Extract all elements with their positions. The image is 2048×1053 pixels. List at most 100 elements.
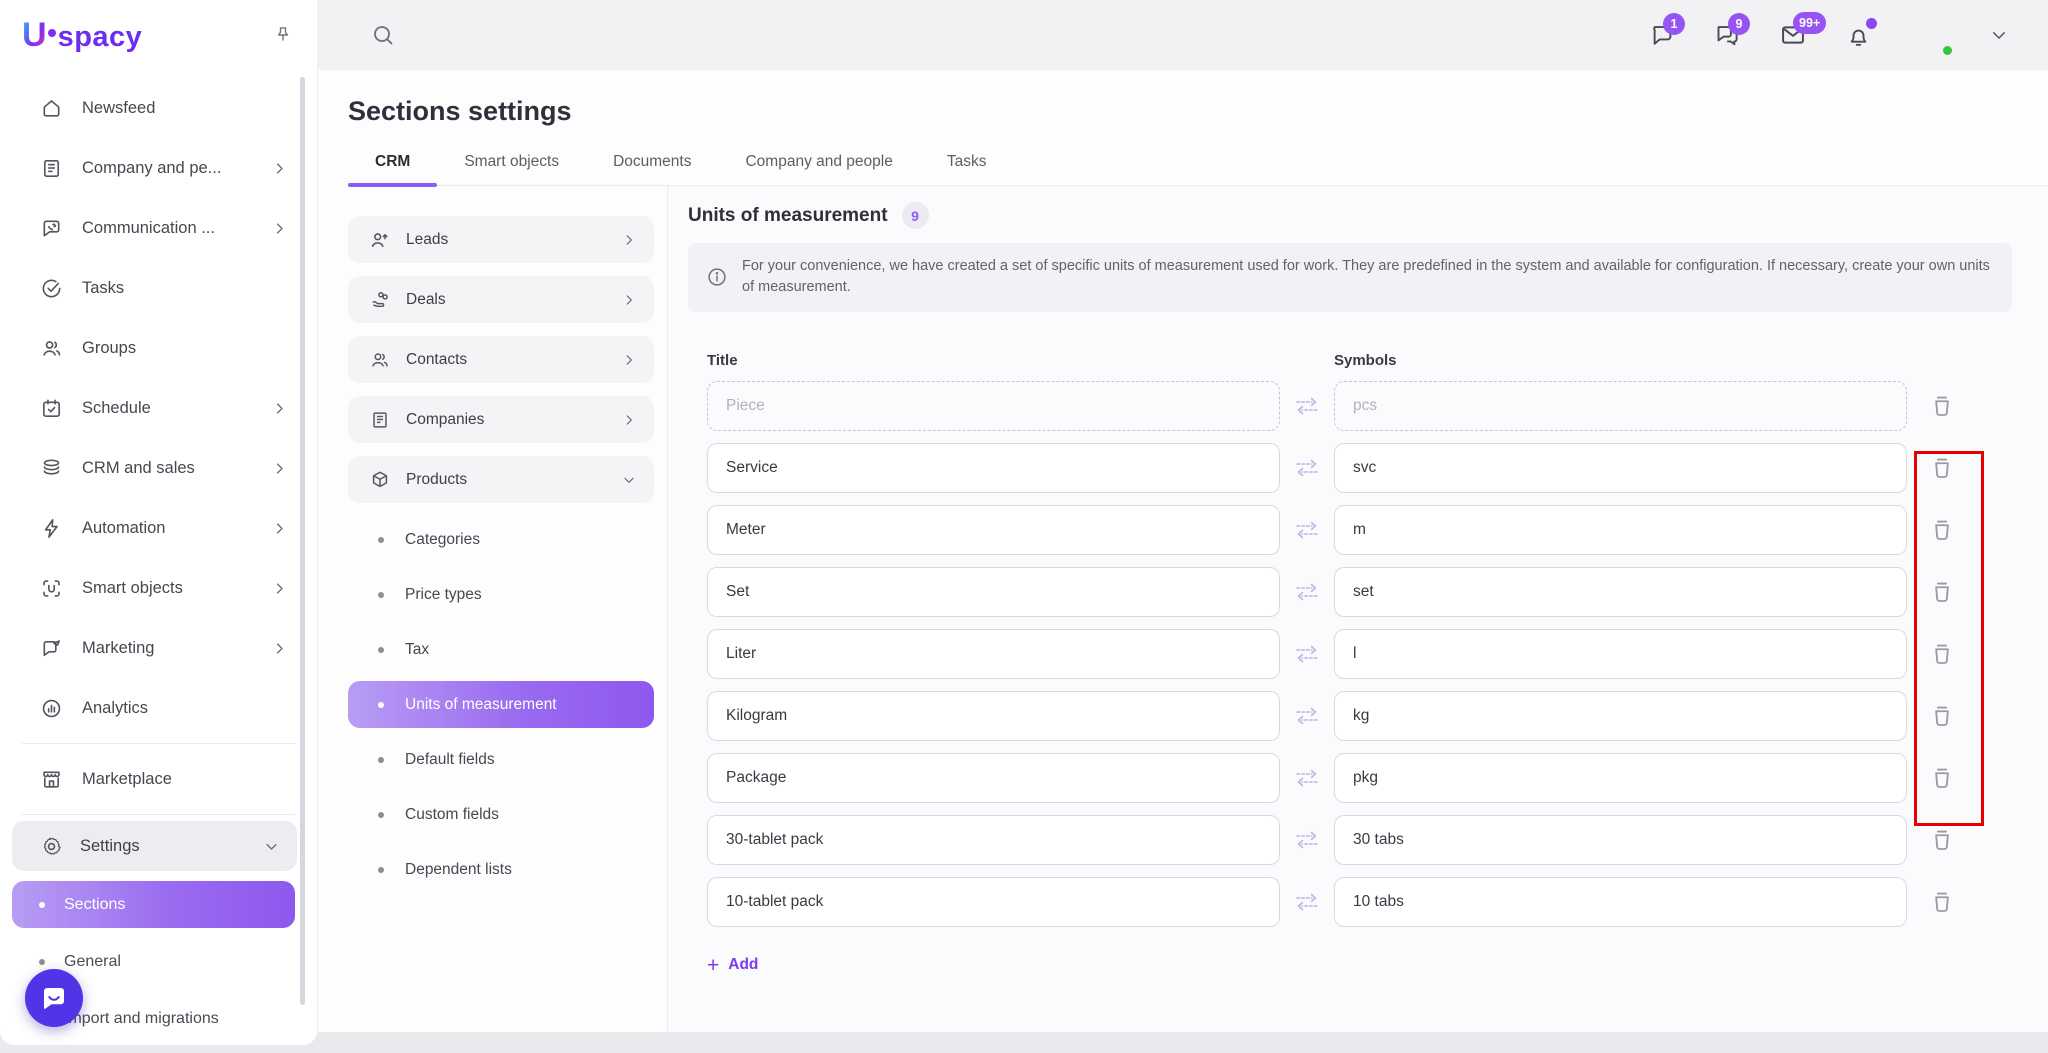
unit-title-input[interactable] [707, 753, 1280, 803]
unit-row [707, 877, 2012, 927]
profile-chevron-down-icon[interactable] [1990, 26, 2008, 44]
uspacy-logo[interactable]: U spacy [22, 16, 142, 55]
unit-symbol-input[interactable] [1334, 505, 1907, 555]
unit-symbol-input[interactable] [1334, 753, 1907, 803]
chat-launcher-button[interactable] [25, 969, 83, 1027]
divider [22, 814, 295, 815]
bullet-icon [378, 647, 384, 653]
sidebar-item-marketing[interactable]: Marketing [0, 618, 317, 678]
crm-nav-leads[interactable]: Leads [348, 216, 654, 263]
unit-title-input[interactable] [707, 629, 1280, 679]
crm-nav-categories[interactable]: Categories [348, 516, 654, 563]
unit-title-input[interactable] [707, 815, 1280, 865]
pin-sidebar-icon[interactable] [273, 25, 293, 45]
unit-title-input[interactable] [707, 567, 1280, 617]
crm-nav-label: Categories [405, 531, 480, 549]
units-count-badge: 9 [902, 202, 929, 229]
unit-symbol-input[interactable] [1334, 691, 1907, 741]
swap-arrows-icon[interactable] [1294, 705, 1320, 727]
delete-row-trash-icon[interactable] [1929, 827, 1955, 853]
swap-arrows-icon[interactable] [1294, 457, 1320, 479]
crm-nav-deals[interactable]: Deals [348, 276, 654, 323]
sidebar-item-schedule[interactable]: Schedule [0, 378, 317, 438]
swap-arrows-icon[interactable] [1294, 519, 1320, 541]
chevron-right-icon [272, 521, 287, 536]
unit-row [707, 443, 2012, 493]
swap-arrows-icon[interactable] [1294, 829, 1320, 851]
app-sidebar: U spacy Newsfeed Company and pe... [0, 0, 317, 1045]
delete-row-trash-icon[interactable] [1929, 703, 1955, 729]
swap-arrows-icon[interactable] [1294, 581, 1320, 603]
unit-symbol-input[interactable] [1334, 877, 1907, 927]
crm-nav-companies[interactable]: Companies [348, 396, 654, 443]
unit-title-input[interactable] [707, 443, 1280, 493]
crm-nav-contacts[interactable]: Contacts [348, 336, 654, 383]
main-nav: Newsfeed Company and pe... Communication… [0, 70, 317, 1042]
sidebar-item-newsfeed[interactable]: Newsfeed [0, 78, 317, 138]
tab-company-and-people[interactable]: Company and people [718, 153, 919, 185]
mail-icon[interactable]: 99+ [1779, 21, 1807, 49]
bullet-icon [378, 867, 384, 873]
sidebar-item-groups[interactable]: Groups [0, 318, 317, 378]
delete-row-trash-icon[interactable] [1929, 889, 1955, 915]
bullet-icon [378, 702, 384, 708]
delete-row-trash-icon[interactable] [1929, 765, 1955, 791]
bullet-icon [39, 902, 45, 908]
sidebar-scrollbar[interactable] [300, 77, 305, 1005]
crm-nav-tax[interactable]: Tax [348, 626, 654, 673]
notifications-bell-icon[interactable] [1845, 22, 1872, 49]
delete-row-trash-icon[interactable] [1929, 455, 1955, 481]
unit-symbol-input[interactable] [1334, 381, 1907, 431]
add-unit-button[interactable]: + Add [707, 955, 758, 976]
crm-nav-units-of-measurement[interactable]: Units of measurement [348, 681, 654, 728]
search-icon[interactable] [371, 23, 395, 47]
messages-icon[interactable]: 1 [1649, 22, 1676, 49]
logo-dot-icon [48, 29, 56, 37]
tab-tasks[interactable]: Tasks [920, 153, 1014, 185]
unit-title-input[interactable] [707, 505, 1280, 555]
unit-symbol-input[interactable] [1334, 567, 1907, 617]
crm-nav-price-types[interactable]: Price types [348, 571, 654, 618]
crm-nav-default-fields[interactable]: Default fields [348, 736, 654, 783]
delete-row-trash-icon[interactable] [1929, 579, 1955, 605]
unit-title-input[interactable] [707, 877, 1280, 927]
group-chats-icon[interactable]: 9 [1714, 22, 1741, 49]
sidebar-item-communication[interactable]: Communication ... [0, 198, 317, 258]
swap-arrows-icon[interactable] [1294, 891, 1320, 913]
user-avatar[interactable] [1910, 14, 1952, 56]
sidebar-item-label: Import and migrations [64, 1010, 219, 1028]
column-header-symbols: Symbols [1334, 352, 1397, 369]
crm-nav-dependent-lists[interactable]: Dependent lists [348, 846, 654, 893]
sidebar-item-label: General [64, 953, 121, 971]
unit-symbol-input[interactable] [1334, 815, 1907, 865]
units-heading: Units of measurement [688, 205, 888, 227]
unit-title-input[interactable] [707, 691, 1280, 741]
swap-arrows-icon[interactable] [1294, 767, 1320, 789]
swap-arrows-icon[interactable] [1294, 643, 1320, 665]
unit-title-input[interactable] [707, 381, 1280, 431]
sidebar-item-settings[interactable]: Settings [12, 821, 297, 871]
unit-symbol-input[interactable] [1334, 629, 1907, 679]
chevron-right-icon [272, 401, 287, 416]
sidebar-item-analytics[interactable]: Analytics [0, 678, 317, 738]
plus-icon: + [707, 955, 719, 976]
delete-row-trash-icon[interactable] [1929, 393, 1955, 419]
delete-row-trash-icon[interactable] [1929, 517, 1955, 543]
sidebar-item-automation[interactable]: Automation [0, 498, 317, 558]
tab-documents[interactable]: Documents [586, 153, 718, 185]
online-status-dot [1941, 44, 1954, 57]
delete-row-trash-icon[interactable] [1929, 641, 1955, 667]
chat-bubble-icon [39, 983, 69, 1013]
sidebar-item-crm-and-sales[interactable]: CRM and sales [0, 438, 317, 498]
sidebar-item-company-and-people[interactable]: Company and pe... [0, 138, 317, 198]
unit-symbol-input[interactable] [1334, 443, 1907, 493]
sidebar-item-sections[interactable]: Sections [12, 881, 295, 928]
sidebar-item-marketplace[interactable]: Marketplace [0, 749, 317, 809]
sidebar-item-tasks[interactable]: Tasks [0, 258, 317, 318]
crm-nav-products[interactable]: Products [348, 456, 654, 503]
tab-smart-objects[interactable]: Smart objects [437, 153, 586, 185]
sidebar-item-smart-objects[interactable]: Smart objects [0, 558, 317, 618]
crm-nav-custom-fields[interactable]: Custom fields [348, 791, 654, 838]
tab-crm[interactable]: CRM [348, 153, 437, 185]
swap-arrows-icon[interactable] [1294, 395, 1320, 417]
